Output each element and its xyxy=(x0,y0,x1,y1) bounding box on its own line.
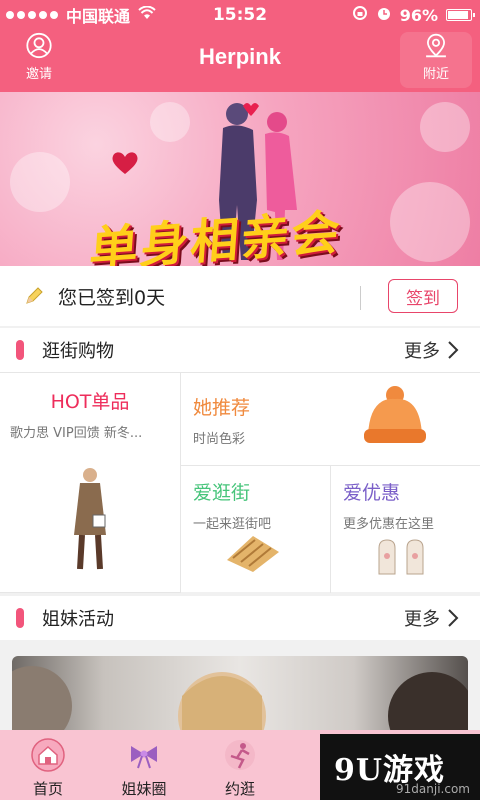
people-photo xyxy=(12,666,468,736)
nav-date-shopping[interactable]: 约逛 xyxy=(192,730,288,800)
gloves-image xyxy=(378,539,424,575)
knit-hat-image xyxy=(364,386,426,443)
bokeh-decoration xyxy=(10,152,70,212)
nearby-label: 附近 xyxy=(422,67,449,82)
sign-in-button[interactable]: 签到 xyxy=(388,279,458,313)
chevron-right-icon[interactable] xyxy=(446,339,460,361)
promo-banner[interactable]: 单身相亲会 xyxy=(0,92,480,266)
banner-slogan: 单身相亲会 xyxy=(87,204,344,266)
rotation-lock-icon xyxy=(352,5,368,25)
chevron-right-icon[interactable] xyxy=(446,607,460,629)
bow-icon xyxy=(131,746,157,769)
divider xyxy=(360,286,361,310)
dancer-icon xyxy=(225,740,255,770)
nav-home[interactable]: 首页 xyxy=(0,730,96,800)
nav-sisters[interactable]: 姐妹圈 xyxy=(96,730,192,800)
card-subtitle: 歌力思 VIP回馈 新冬... xyxy=(10,426,143,441)
sign-in-status: 您已签到0天 xyxy=(58,286,166,309)
home-icon xyxy=(31,738,65,772)
fashion-model-image xyxy=(74,468,106,570)
watermark-url: 91danji.com xyxy=(396,782,470,796)
status-bar: 中国联通 15:52 96% xyxy=(0,0,480,30)
card-title: 她推荐 xyxy=(193,397,251,419)
love-shopping-card[interactable]: 爱逛街 一起来逛街吧 xyxy=(181,466,331,593)
activity-more-link[interactable]: 更多 xyxy=(404,605,440,631)
card-title: 爱优惠 xyxy=(343,482,401,504)
shopping-section-header: 逛街购物 更多 xyxy=(0,328,480,372)
site-watermark: 9U游戏 91danji.com xyxy=(320,734,480,800)
app-header: 邀请 Herpink 附近 xyxy=(0,30,480,92)
activity-section-title: 姐妹活动 xyxy=(42,609,114,630)
activity-image[interactable] xyxy=(12,656,468,736)
bokeh-decoration xyxy=(420,102,470,152)
she-recommends-card[interactable]: 她推荐 时尚色彩 xyxy=(181,373,480,466)
battery-icon xyxy=(446,9,475,21)
pencil-icon xyxy=(26,287,43,304)
sign-in-row: 您已签到0天 签到 xyxy=(0,266,480,326)
bokeh-decoration xyxy=(150,102,190,142)
alarm-icon xyxy=(376,5,392,25)
section-marker xyxy=(16,608,24,628)
shopping-grid: HOT单品 歌力思 VIP回馈 新冬... 她推荐 时尚色彩 爱逛街 一起来逛街… xyxy=(0,372,480,593)
location-pin-icon xyxy=(426,33,446,58)
battery-percent: 96% xyxy=(399,5,438,25)
scarf-image xyxy=(227,536,279,572)
card-title: HOT单品 xyxy=(50,391,130,413)
section-marker xyxy=(16,340,24,360)
shopping-more-link[interactable]: 更多 xyxy=(404,337,440,363)
activity-section-header: 姐妹活动 更多 xyxy=(0,596,480,640)
hot-items-card[interactable]: HOT单品 歌力思 VIP回馈 新冬... xyxy=(0,373,181,593)
heart-icon xyxy=(112,152,138,174)
nearby-button[interactable]: 附近 xyxy=(400,32,472,88)
card-title: 爱逛街 xyxy=(193,482,251,504)
card-subtitle: 时尚色彩 xyxy=(193,432,246,447)
love-deals-card[interactable]: 爱优惠 更多优惠在这里 xyxy=(331,466,480,593)
nav-label: 首页 xyxy=(32,780,63,798)
bokeh-decoration xyxy=(390,182,470,262)
nav-label: 姐妹圈 xyxy=(121,780,167,798)
nav-label: 约逛 xyxy=(224,780,255,798)
shopping-section-title: 逛街购物 xyxy=(42,341,114,362)
